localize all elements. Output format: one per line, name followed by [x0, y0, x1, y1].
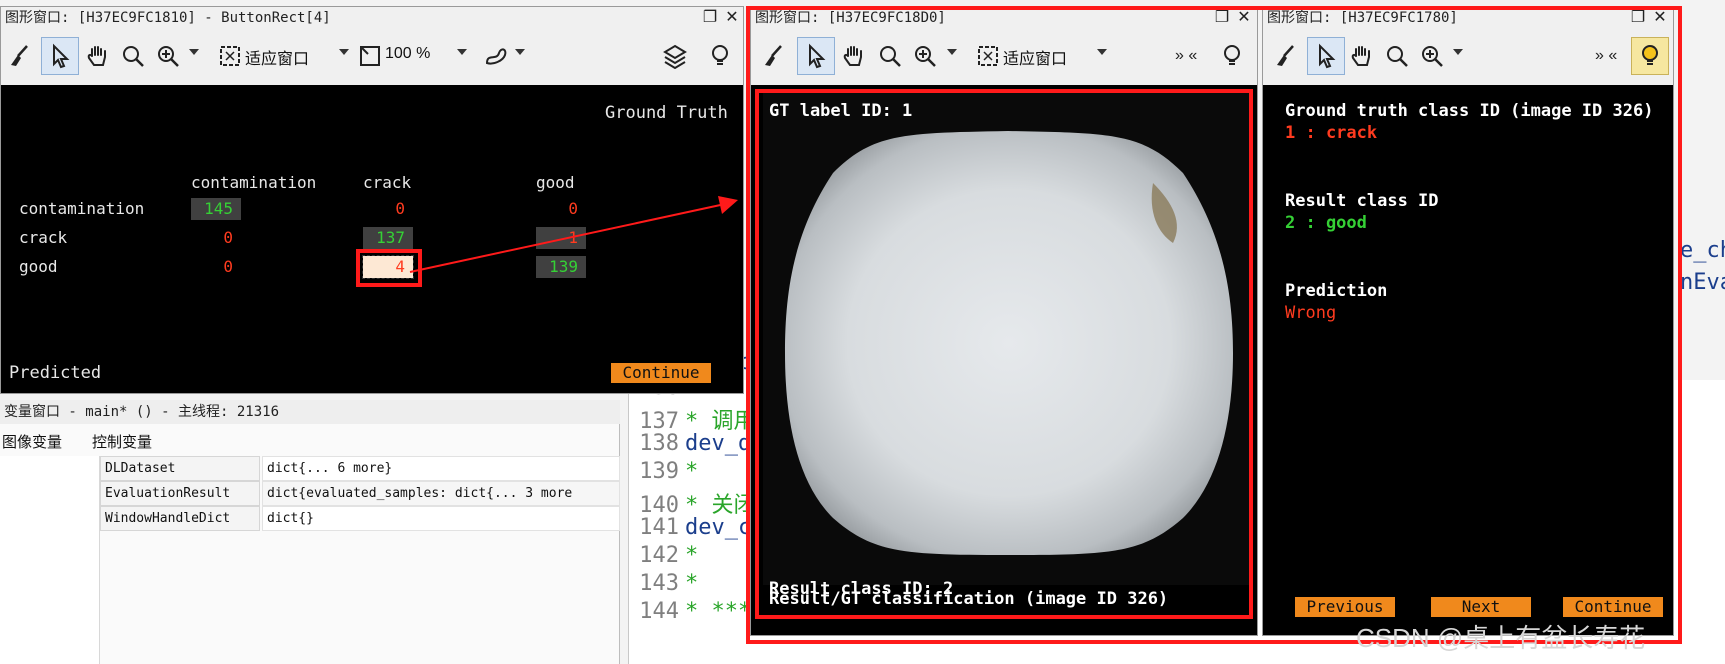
broom-icon[interactable] — [1, 37, 39, 75]
pointer-icon[interactable] — [41, 37, 79, 75]
matrix-cell: 0 — [223, 257, 233, 276]
table-row[interactable]: EvaluationResult dict{evaluated_samples:… — [100, 481, 620, 507]
matrix-cell: 0 — [223, 228, 233, 247]
continue-button[interactable]: Continue — [611, 363, 711, 383]
table-row[interactable]: WindowHandleDict dict{} — [100, 506, 620, 532]
tab-image-variables[interactable]: 图像变量 — [2, 431, 62, 452]
watermark: CSDN @桌上有盆长寿花 — [1356, 623, 1646, 653]
variable-window-title: 变量窗口 - main* () - 主线程: 21316 — [0, 400, 620, 424]
fit-window-icon[interactable] — [211, 37, 249, 75]
var-value: dict{evaluated_samples: dict{... 3 more — [262, 481, 620, 506]
zoom-percent-dropdown[interactable]: 100 % — [385, 45, 430, 63]
column-header: contamination — [191, 173, 317, 192]
close-icon[interactable]: ✕ — [723, 9, 741, 27]
annotation-arrow — [409, 196, 738, 273]
ground-truth-label: Ground Truth — [605, 103, 728, 123]
chevron-down-icon[interactable] — [457, 49, 467, 55]
tab-control-variables[interactable]: 控制变量 — [92, 431, 152, 452]
code-fragment-right: e_cha nEval — [1680, 235, 1725, 299]
chevron-down-icon[interactable] — [339, 49, 349, 55]
row-label: contamination — [19, 199, 145, 218]
chevron-down-icon[interactable] — [515, 49, 525, 55]
code-fragment: e_cha — [1680, 238, 1725, 263]
image-variable-list[interactable] — [0, 456, 100, 664]
var-name: DLDataset — [100, 456, 260, 481]
zoom-percent-icon[interactable] — [351, 37, 389, 75]
var-name: WindowHandleDict — [100, 506, 260, 531]
classification-caption: Result/GT classification (image ID 326) — [769, 589, 1169, 609]
highlight-box — [746, 6, 1682, 644]
hand-pan-icon[interactable] — [79, 37, 117, 75]
var-value: dict{} — [262, 506, 620, 531]
layers-icon[interactable] — [656, 37, 694, 75]
row-label: good — [19, 257, 58, 276]
draw-shape-icon[interactable] — [477, 37, 515, 75]
chevron-down-icon[interactable] — [189, 49, 199, 55]
code-fragment: nEval — [1680, 270, 1725, 295]
toolbar: 适应窗口 100 % — [1, 31, 743, 83]
var-value: dict{... 6 more} — [262, 456, 620, 481]
zoom-fit-dropdown[interactable]: 适应窗口 — [245, 45, 309, 69]
predicted-label: Predicted — [9, 363, 102, 383]
magnifier-icon[interactable] — [114, 37, 152, 75]
zoom-in-icon[interactable] — [149, 37, 187, 75]
table-row[interactable]: DLDataset dict{... 6 more} — [100, 456, 620, 482]
row-label: crack — [19, 228, 68, 247]
var-name: EvaluationResult — [100, 481, 260, 506]
matrix-cell: 145 — [191, 198, 241, 220]
restore-icon[interactable]: ❐ — [701, 9, 719, 27]
variable-window: 变量窗口 - main* () - 主线程: 21316 图像变量 控制变量 D… — [0, 400, 620, 664]
lightbulb-icon[interactable] — [701, 37, 739, 75]
window-title: 图形窗口: [H37EC9FC1810] - ButtonRect[4] — [5, 10, 331, 26]
